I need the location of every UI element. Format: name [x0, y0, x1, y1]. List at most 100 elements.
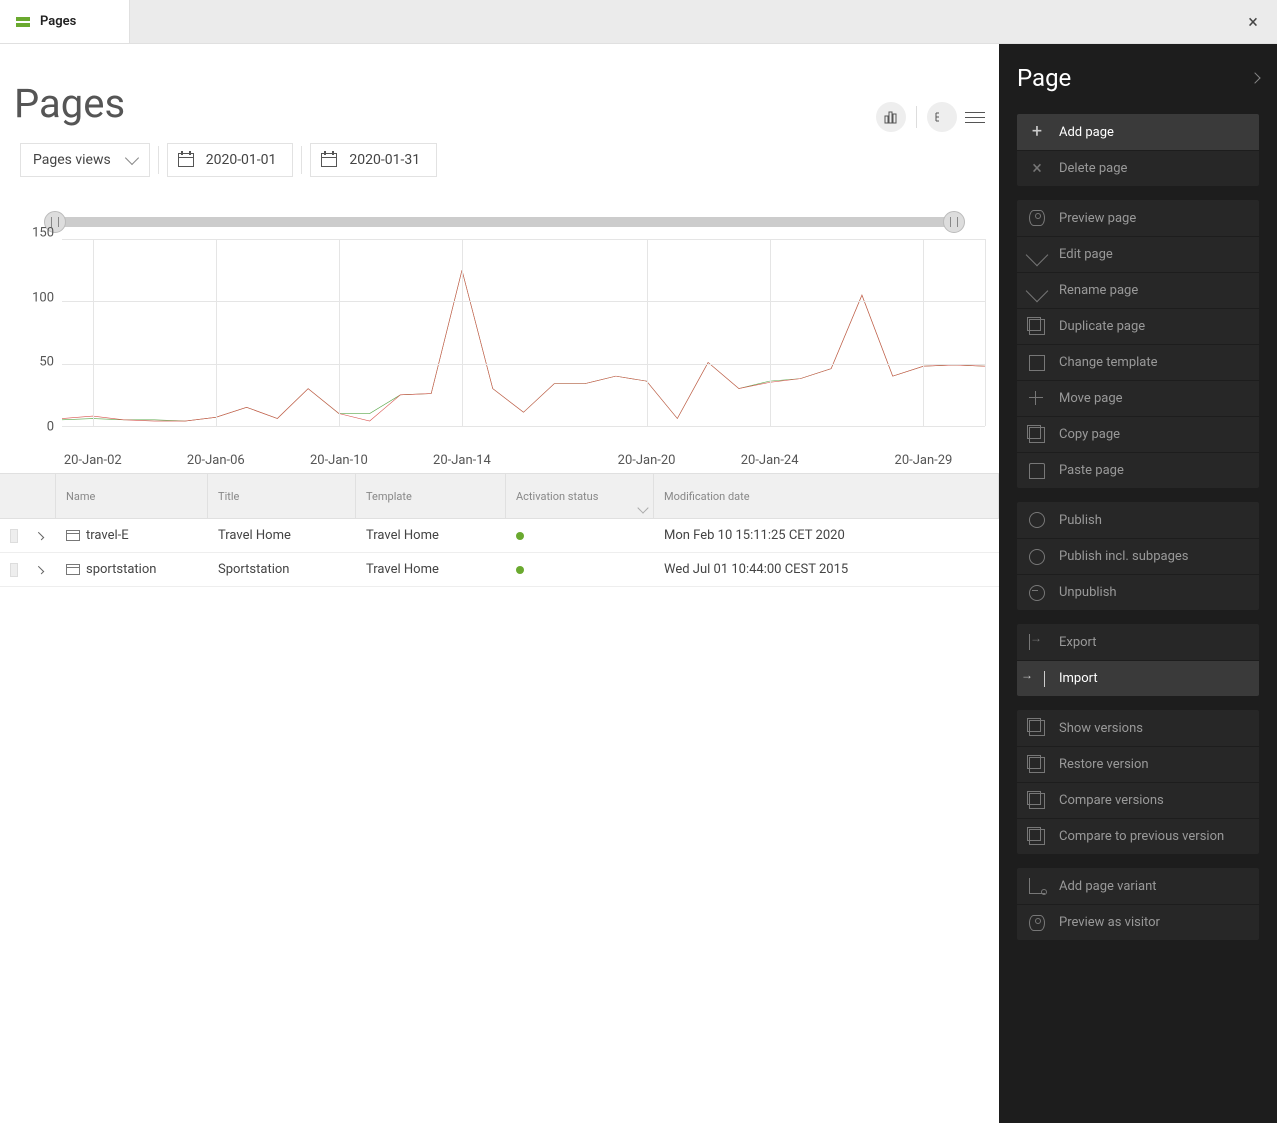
action-previewvisitor[interactable]: Preview as visitor [1017, 904, 1259, 940]
action-label: Compare versions [1059, 793, 1164, 808]
action-label: Restore version [1059, 757, 1149, 772]
x-tick: 20-Jan-06 [187, 453, 245, 468]
action-label: Publish [1059, 513, 1102, 528]
header-activation[interactable]: Activation status [506, 474, 654, 518]
action-label: Change template [1059, 355, 1158, 370]
divider [158, 146, 159, 174]
variant-icon [1029, 878, 1045, 894]
table-row[interactable]: travel-ETravel HomeTravel HomeMon Feb 10… [0, 519, 999, 553]
table-row[interactable]: sportstationSportstationTravel HomeWed J… [0, 553, 999, 587]
action-label: Preview as visitor [1059, 915, 1160, 930]
pages-app-icon [16, 17, 30, 27]
action-publishsub[interactable]: Publish incl. subpages [1017, 538, 1259, 574]
action-showver[interactable]: Show versions [1017, 710, 1259, 746]
status-dot-icon [516, 532, 524, 540]
x-tick: 20-Jan-10 [310, 453, 368, 468]
action-label: Add page [1059, 125, 1114, 140]
range-slider[interactable] [48, 211, 961, 231]
action-label: Publish incl. subpages [1059, 549, 1189, 564]
action-label: Compare to previous version [1059, 829, 1224, 844]
action-publish[interactable]: Publish [1017, 502, 1259, 538]
hamburger-line-icon [965, 112, 985, 113]
action-import[interactable]: Import [1017, 660, 1259, 696]
action-copy[interactable]: Copy page [1017, 416, 1259, 452]
status-dot-icon [516, 566, 524, 574]
action-paste[interactable]: Paste page [1017, 452, 1259, 488]
bar-chart-icon [884, 110, 898, 124]
action-add[interactable]: Add page [1017, 114, 1259, 150]
page-title: Pages [0, 44, 999, 143]
action-preview[interactable]: Preview page [1017, 200, 1259, 236]
action-compareprev[interactable]: Compare to previous version [1017, 818, 1259, 854]
action-comparever[interactable]: Compare versions [1017, 782, 1259, 818]
tab-label: Pages [40, 14, 76, 29]
x-tick: 20-Jan-24 [741, 453, 799, 468]
view-tree-button[interactable] [927, 102, 957, 132]
restorever-icon [1029, 757, 1045, 773]
action-move[interactable]: Move page [1017, 380, 1259, 416]
copy-icon [1029, 427, 1045, 443]
calendar-icon [178, 153, 194, 167]
divider [916, 106, 917, 128]
header-name[interactable]: Name [56, 474, 208, 518]
header-modification[interactable]: Modification date [654, 474, 999, 518]
view-list-button[interactable] [965, 107, 985, 127]
y-tick: 100 [32, 290, 54, 305]
header-title[interactable]: Title [208, 474, 356, 518]
row-checkbox[interactable] [10, 563, 18, 577]
action-delete[interactable]: Delete page [1017, 150, 1259, 186]
date-to-value: 2020-01-31 [349, 152, 420, 168]
action-label: Import [1059, 671, 1098, 686]
row-title: Travel Home [208, 528, 356, 543]
action-restorever[interactable]: Restore version [1017, 746, 1259, 782]
row-modification: Mon Feb 10 15:11:25 CET 2020 [654, 528, 999, 543]
tree-icon [935, 110, 949, 124]
row-name: sportstation [86, 562, 156, 577]
expand-icon[interactable] [35, 531, 44, 540]
action-label: Rename page [1059, 283, 1138, 298]
close-button[interactable]: × [1241, 10, 1265, 34]
sidepanel-title: Page [1017, 64, 1071, 92]
date-from-input[interactable]: 2020-01-01 [167, 143, 294, 177]
changetpl-icon [1029, 355, 1045, 371]
x-tick: 20-Jan-14 [433, 453, 491, 468]
publish-icon [1029, 512, 1045, 528]
action-unpublish[interactable]: Unpublish [1017, 574, 1259, 610]
calendar-icon [321, 153, 337, 167]
action-label: Unpublish [1059, 585, 1117, 600]
y-tick: 0 [47, 420, 54, 435]
action-export[interactable]: Export [1017, 624, 1259, 660]
date-to-input[interactable]: 2020-01-31 [310, 143, 437, 177]
chevron-right-icon[interactable] [1249, 72, 1260, 83]
chevron-down-icon [637, 502, 648, 513]
chart: 050100150 20-Jan-0220-Jan-0620-Jan-1020-… [14, 233, 985, 459]
row-modification: Wed Jul 01 10:44:00 CEST 2015 [654, 562, 999, 577]
action-label: Copy page [1059, 427, 1120, 442]
action-edit[interactable]: Edit page [1017, 236, 1259, 272]
date-from-value: 2020-01-01 [206, 152, 277, 168]
action-duplicate[interactable]: Duplicate page [1017, 308, 1259, 344]
row-checkbox[interactable] [10, 529, 18, 543]
action-label: Export [1059, 635, 1097, 650]
action-changetpl[interactable]: Change template [1017, 344, 1259, 380]
action-variant[interactable]: Add page variant [1017, 868, 1259, 904]
x-tick: 20-Jan-02 [64, 453, 122, 468]
slider-handle-right[interactable] [943, 211, 965, 233]
showver-icon [1029, 720, 1045, 736]
compareprev-icon [1029, 829, 1045, 845]
preview-icon [1029, 210, 1045, 226]
delete-icon [1029, 161, 1045, 177]
previewvisitor-icon [1029, 915, 1045, 931]
action-rename[interactable]: Rename page [1017, 272, 1259, 308]
header-template[interactable]: Template [356, 474, 506, 518]
view-bar-chart-button[interactable] [876, 102, 906, 132]
row-title: Sportstation [208, 562, 356, 577]
action-label: Preview page [1059, 211, 1136, 226]
metric-select[interactable]: Pages views [20, 143, 150, 177]
y-tick: 150 [32, 226, 54, 241]
expand-icon[interactable] [35, 565, 44, 574]
action-label: Paste page [1059, 463, 1124, 478]
tab-pages[interactable]: Pages [0, 0, 130, 43]
unpublish-icon [1029, 585, 1045, 601]
page-icon [66, 530, 80, 541]
